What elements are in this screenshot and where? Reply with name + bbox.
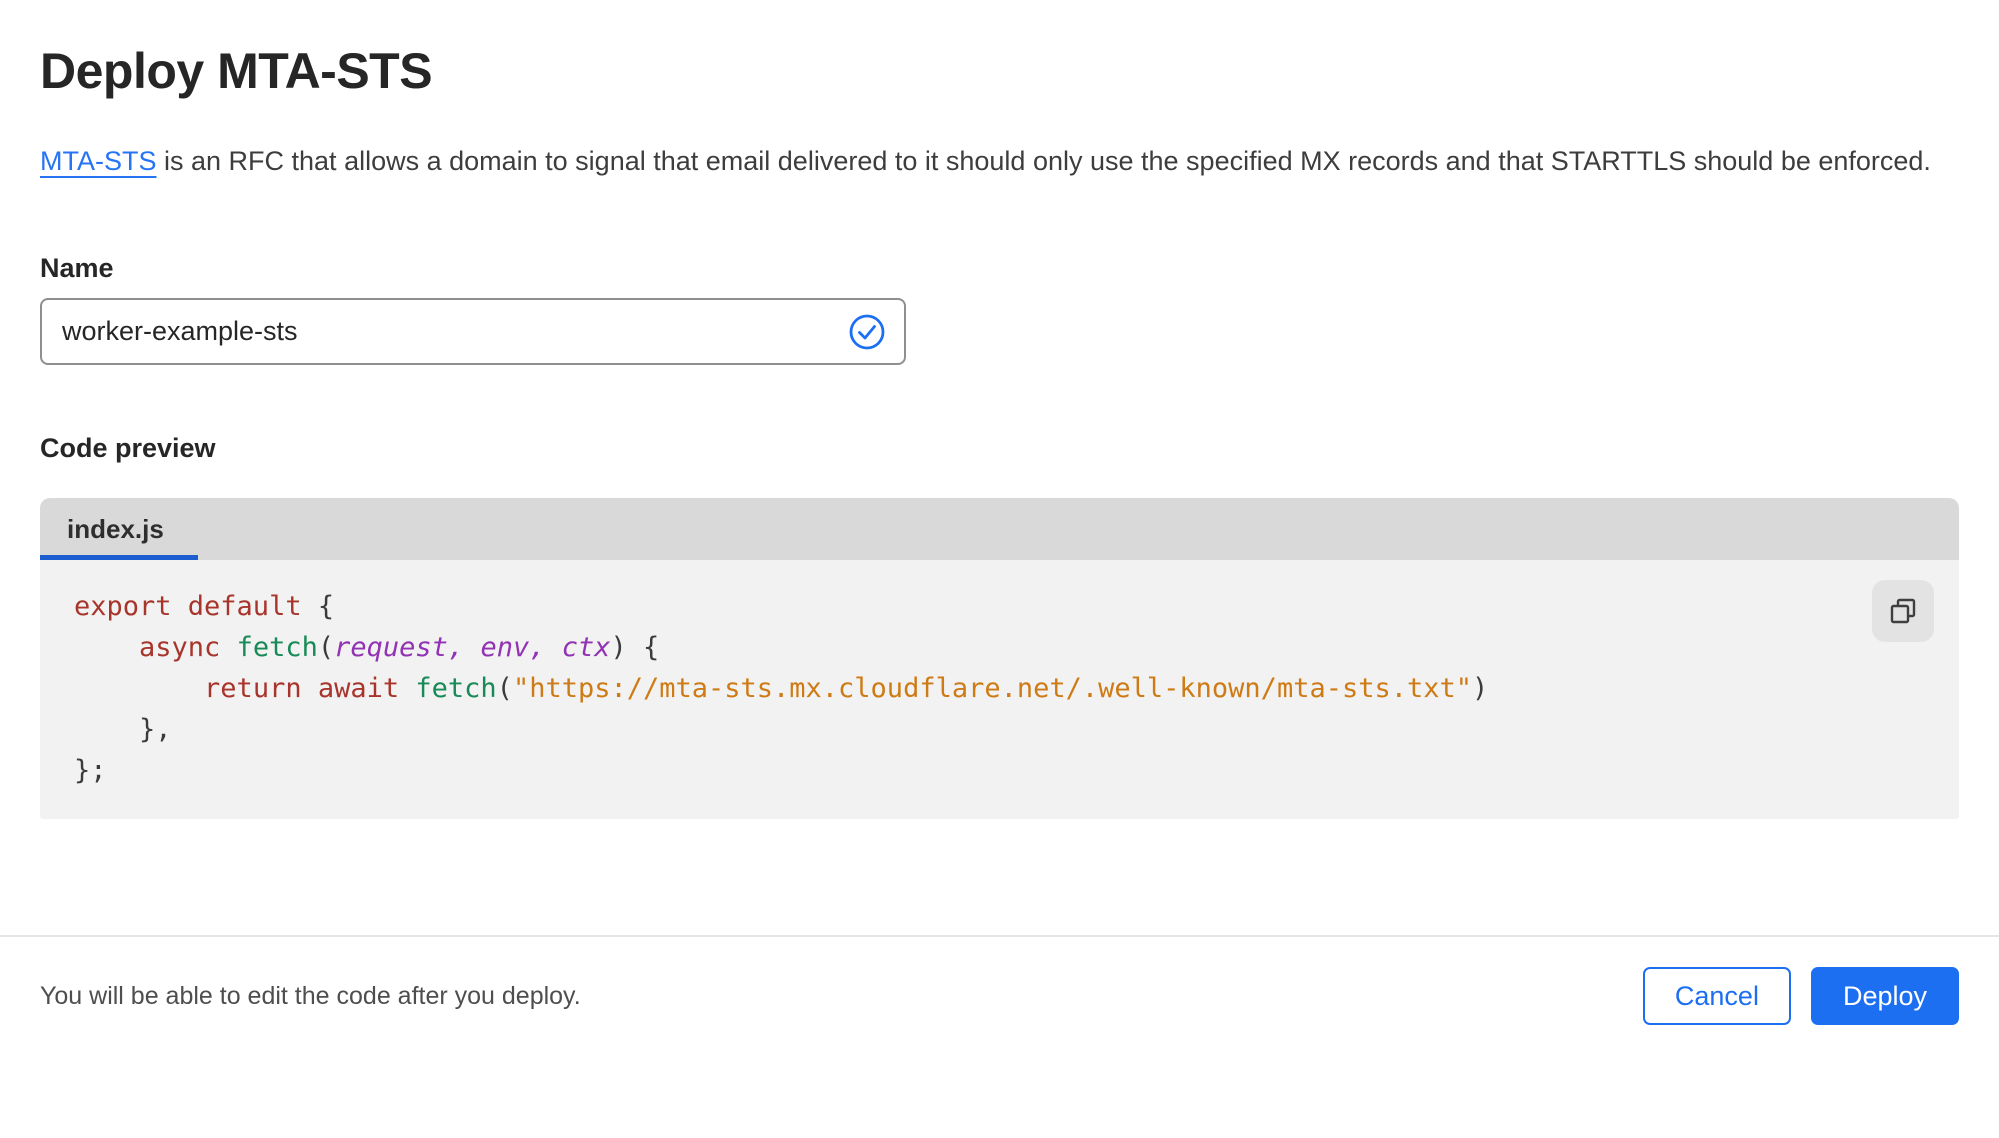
check-circle-icon [848, 313, 886, 351]
description: MTA-STS is an RFC that allows a domain t… [40, 138, 1935, 185]
name-input-wrap [40, 298, 906, 365]
footer-note: You will be able to edit the code after … [40, 981, 581, 1010]
code-card: index.js export default { async fetch(re… [40, 498, 1959, 819]
page-title: Deploy MTA-STS [40, 43, 433, 99]
footer: You will be able to edit the code after … [0, 967, 1999, 1025]
description-text: is an RFC that allows a domain to signal… [156, 146, 1931, 176]
code-block: export default { async fetch(request, en… [40, 560, 1959, 819]
name-input[interactable] [40, 298, 906, 365]
name-label: Name [40, 253, 114, 283]
code-preview-label: Code preview [40, 433, 216, 463]
tab-label: index.js [67, 513, 164, 544]
tab-index-js[interactable]: index.js [40, 498, 214, 560]
footer-divider [0, 935, 1999, 937]
copy-button[interactable] [1872, 580, 1934, 642]
deploy-button[interactable]: Deploy [1810, 967, 1959, 1025]
footer-actions: Cancel Deploy [1642, 967, 1959, 1025]
cancel-button[interactable]: Cancel [1642, 967, 1791, 1025]
copy-icon [1888, 596, 1918, 626]
deploy-mta-sts-page: Deploy MTA-STS MTA-STS is an RFC that al… [0, 42, 1999, 819]
code-tab-bar: index.js [40, 498, 1959, 560]
code-content: export default { async fetch(request, en… [74, 591, 1489, 786]
mta-sts-link[interactable]: MTA-STS [40, 146, 157, 176]
